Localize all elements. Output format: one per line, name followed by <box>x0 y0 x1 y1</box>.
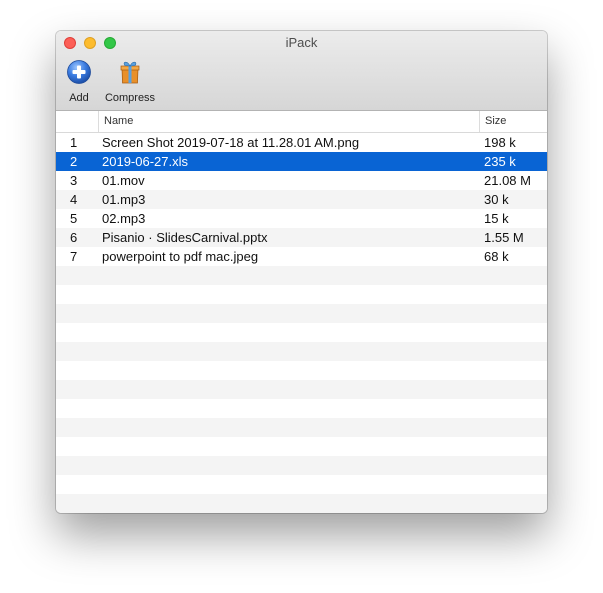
app-window: iPack Add Compress Name Size 1 Screen Sh… <box>56 31 547 513</box>
row-size: 68 k <box>484 249 509 264</box>
row-index: 2 <box>70 154 78 169</box>
row-filename: 01.mp3 <box>102 192 146 207</box>
row-size: 21.08 M <box>484 173 531 188</box>
window-title: iPack <box>285 35 318 50</box>
empty-row[interactable] <box>56 456 547 475</box>
row-filename: 01.mov <box>102 173 145 188</box>
row-filename: Pisanio · SlidesCarnival.pptx <box>102 230 268 245</box>
row-size: 198 k <box>484 135 516 150</box>
toolbar: iPack Add Compress <box>56 31 547 111</box>
column-header-name[interactable]: Name <box>98 111 479 132</box>
row-index: 1 <box>70 135 78 150</box>
empty-row[interactable] <box>56 418 547 437</box>
empty-row[interactable] <box>56 342 547 361</box>
empty-row[interactable] <box>56 475 547 494</box>
compress-button[interactable]: Compress <box>102 59 158 104</box>
gift-box-icon <box>120 61 140 84</box>
table-row[interactable]: 4 01.mp3 30 k <box>56 190 547 209</box>
table-row[interactable]: 7 powerpoint to pdf mac.jpeg 68 k <box>56 247 547 266</box>
file-table: Name Size 1 Screen Shot 2019-07-18 at 11.… <box>56 111 547 513</box>
empty-row[interactable] <box>56 285 547 304</box>
row-size: 235 k <box>484 154 516 169</box>
row-index: 4 <box>70 192 78 207</box>
row-index: 5 <box>70 211 78 226</box>
table-rows: 1 Screen Shot 2019-07-18 at 11.28.01 AM.p… <box>56 133 547 513</box>
row-size: 1.55 M <box>484 230 524 245</box>
empty-row[interactable] <box>56 323 547 342</box>
row-filename: Screen Shot 2019-07-18 at 11.28.01 AM.pn… <box>102 135 360 150</box>
table-header: Name Size <box>56 111 547 133</box>
column-header-size[interactable]: Size <box>479 111 547 132</box>
empty-row[interactable] <box>56 494 547 513</box>
row-filename: powerpoint to pdf mac.jpeg <box>102 249 259 264</box>
empty-row[interactable] <box>56 437 547 456</box>
compress-button-label: Compress <box>104 92 156 104</box>
add-button[interactable]: Add <box>66 59 92 104</box>
row-size: 30 k <box>484 192 509 207</box>
row-index: 7 <box>70 249 78 264</box>
row-filename: 2019-06-27.xls <box>102 154 188 169</box>
row-index: 3 <box>70 173 78 188</box>
row-filename: 02.mp3 <box>102 211 146 226</box>
row-index: 6 <box>70 230 78 245</box>
add-button-label: Add <box>69 92 89 104</box>
empty-row[interactable] <box>56 399 547 418</box>
table-row[interactable]: 5 02.mp3 15 k <box>56 209 547 228</box>
empty-row[interactable] <box>56 380 547 399</box>
empty-row[interactable] <box>56 361 547 380</box>
row-size: 15 k <box>484 211 509 226</box>
column-header-index[interactable] <box>56 111 98 132</box>
table-row[interactable]: 6 Pisanio · SlidesCarnival.pptx 1.55 M <box>56 228 547 247</box>
add-plus-circle-icon <box>67 60 91 84</box>
table-row[interactable]: 1 Screen Shot 2019-07-18 at 11.28.01 AM.p… <box>56 133 547 152</box>
table-row[interactable]: 3 01.mov 21.08 M <box>56 171 547 190</box>
empty-row[interactable] <box>56 266 547 285</box>
empty-row[interactable] <box>56 304 547 323</box>
table-row-selected[interactable]: 2 2019-06-27.xls 235 k <box>56 152 547 171</box>
